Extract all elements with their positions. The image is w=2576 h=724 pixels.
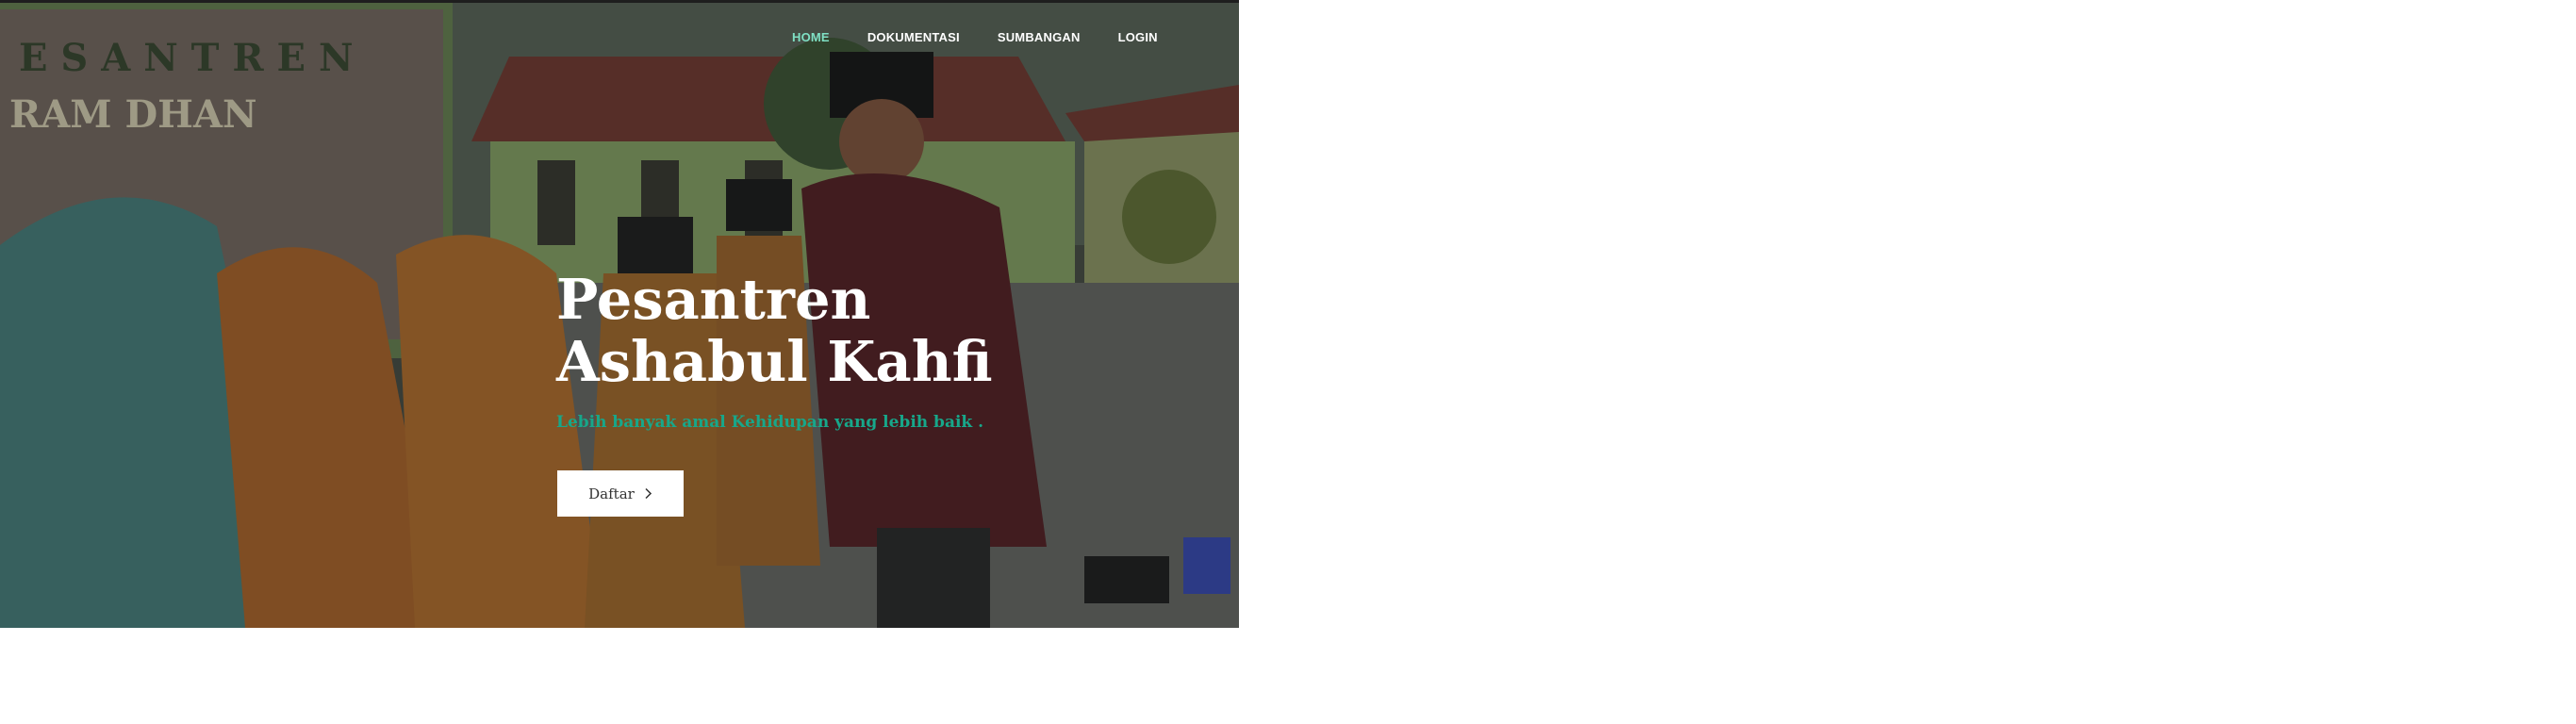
hero-section: E S A N T R E N RAM DHAN HOME DOKUMENTAS…	[0, 0, 1239, 628]
nav-item-dokumentasi[interactable]: DOKUMENTASI	[867, 30, 960, 44]
main-nav: HOME DOKUMENTASI SUMBANGAN LOGIN	[792, 30, 1196, 44]
nav-item-home[interactable]: HOME	[792, 30, 830, 44]
chevron-right-icon	[645, 487, 652, 500]
hero-title: Pesantren Ashabul Kahfi	[556, 267, 993, 394]
daftar-button[interactable]: Daftar	[557, 470, 684, 517]
nav-item-sumbangan[interactable]: SUMBANGAN	[998, 30, 1081, 44]
daftar-button-label: Daftar	[588, 485, 635, 502]
top-border	[0, 0, 1239, 3]
nav-item-login[interactable]: LOGIN	[1118, 30, 1158, 44]
hero-subtitle: Lebih banyak amal Kehidupan yang lebih b…	[556, 413, 984, 432]
